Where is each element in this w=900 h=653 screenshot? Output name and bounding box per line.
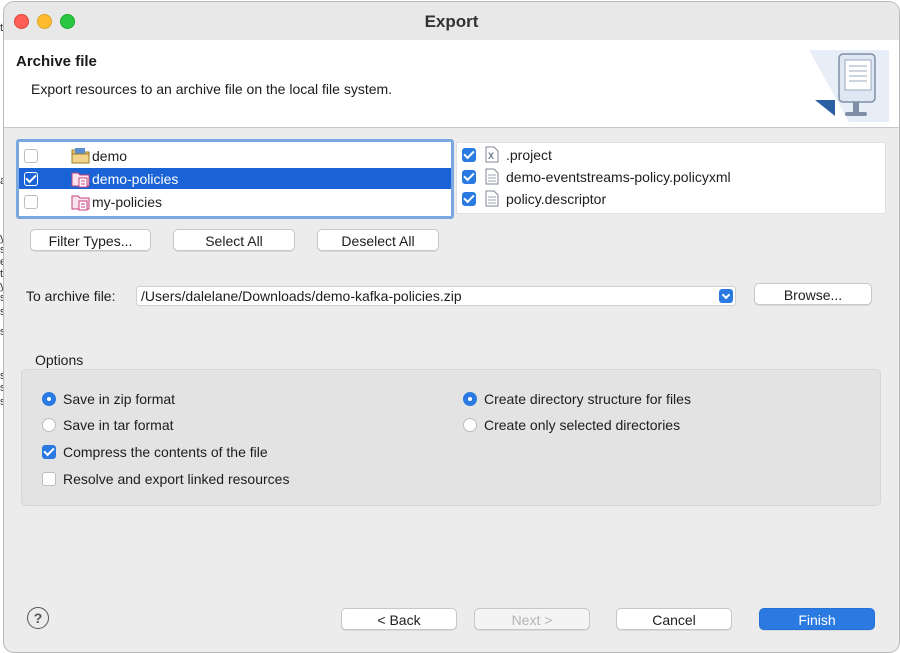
radio-button[interactable]: [463, 392, 477, 406]
export-wizard-icon: [809, 50, 889, 122]
window-title: Export: [424, 12, 479, 31]
create-structure-option[interactable]: Create directory structure for files: [463, 391, 691, 407]
checkbox[interactable]: [42, 472, 56, 486]
policy-project-icon: [71, 172, 90, 187]
next-button[interactable]: Next >: [474, 608, 590, 630]
tree-item-demo[interactable]: demo: [19, 145, 451, 166]
checkbox[interactable]: [462, 147, 476, 162]
page-title: Archive file: [16, 53, 97, 70]
background-text-fragment: t: [0, 268, 4, 280]
resolve-linked-option[interactable]: Resolve and export linked resources: [42, 471, 289, 487]
export-dialog: Export Archive file Export resources to …: [4, 2, 899, 652]
text-file-icon: [485, 190, 499, 207]
radio-button[interactable]: [463, 418, 477, 432]
file-item[interactable]: X .project: [457, 144, 885, 165]
create-selected-option[interactable]: Create only selected directories: [463, 417, 680, 433]
finish-button[interactable]: Finish: [759, 608, 875, 630]
tree-item-label: demo-policies: [92, 170, 179, 187]
tree-item-label: my-policies: [92, 193, 163, 210]
option-label: Save in zip format: [63, 391, 176, 407]
option-label: Create only selected directories: [484, 417, 681, 433]
checkbox[interactable]: [24, 171, 38, 186]
browse-button[interactable]: Browse...: [754, 283, 872, 305]
help-icon[interactable]: ?: [27, 607, 49, 629]
file-list[interactable]: X .project demo-eventstreams-policy.poli…: [456, 142, 886, 214]
xml-file-icon: X: [485, 146, 499, 163]
option-label: Compress the contents of the file: [63, 444, 268, 460]
back-button[interactable]: < Back: [341, 608, 457, 630]
checkbox[interactable]: [462, 191, 476, 206]
options-title: Options: [35, 352, 84, 368]
checkbox[interactable]: [24, 148, 38, 163]
project-folder-icon: [71, 147, 90, 163]
tree-item-demo-policies[interactable]: demo-policies: [19, 168, 451, 189]
radio-button[interactable]: [42, 418, 56, 432]
wizard-header: Archive file Export resources to an arch…: [4, 40, 899, 128]
checkbox[interactable]: [42, 445, 56, 459]
deselect-all-button[interactable]: Deselect All: [317, 229, 439, 251]
option-label: Resolve and export linked resources: [63, 471, 290, 487]
tree-item-my-policies[interactable]: my-policies: [19, 191, 451, 212]
filter-types-button[interactable]: Filter Types...: [30, 229, 151, 251]
project-tree[interactable]: demo demo-policies my-policies: [16, 139, 454, 219]
compress-option[interactable]: Compress the contents of the file: [42, 444, 268, 460]
checkbox[interactable]: [24, 194, 38, 209]
radio-button[interactable]: [42, 392, 56, 406]
option-label: Save in tar format: [63, 417, 174, 433]
policy-project-icon: [71, 195, 90, 210]
background-text-fragment: t: [0, 22, 4, 34]
save-tar-option[interactable]: Save in tar format: [42, 417, 174, 433]
checkbox[interactable]: [462, 169, 476, 184]
text-file-icon: [485, 168, 499, 185]
archive-file-combo[interactable]: /Users/dalelane/Downloads/demo-kafka-pol…: [136, 286, 736, 306]
file-label: demo-eventstreams-policy.policyxml: [506, 168, 731, 185]
file-label: .project: [506, 146, 552, 163]
chevron-down-icon[interactable]: [719, 289, 733, 303]
tree-item-label: demo: [92, 147, 128, 164]
file-item[interactable]: demo-eventstreams-policy.policyxml: [457, 166, 885, 187]
svg-text:X: X: [488, 151, 494, 161]
file-item[interactable]: policy.descriptor: [457, 188, 885, 209]
archive-file-label: To archive file:: [26, 288, 116, 304]
select-all-button[interactable]: Select All: [173, 229, 295, 251]
save-zip-option[interactable]: Save in zip format: [42, 391, 175, 407]
cancel-button[interactable]: Cancel: [616, 608, 732, 630]
option-label: Create directory structure for files: [484, 391, 691, 407]
title-bar: Export: [4, 2, 899, 40]
page-description: Export resources to an archive file on t…: [31, 81, 393, 97]
file-label: policy.descriptor: [506, 190, 607, 207]
archive-file-path: /Users/dalelane/Downloads/demo-kafka-pol…: [141, 288, 462, 304]
